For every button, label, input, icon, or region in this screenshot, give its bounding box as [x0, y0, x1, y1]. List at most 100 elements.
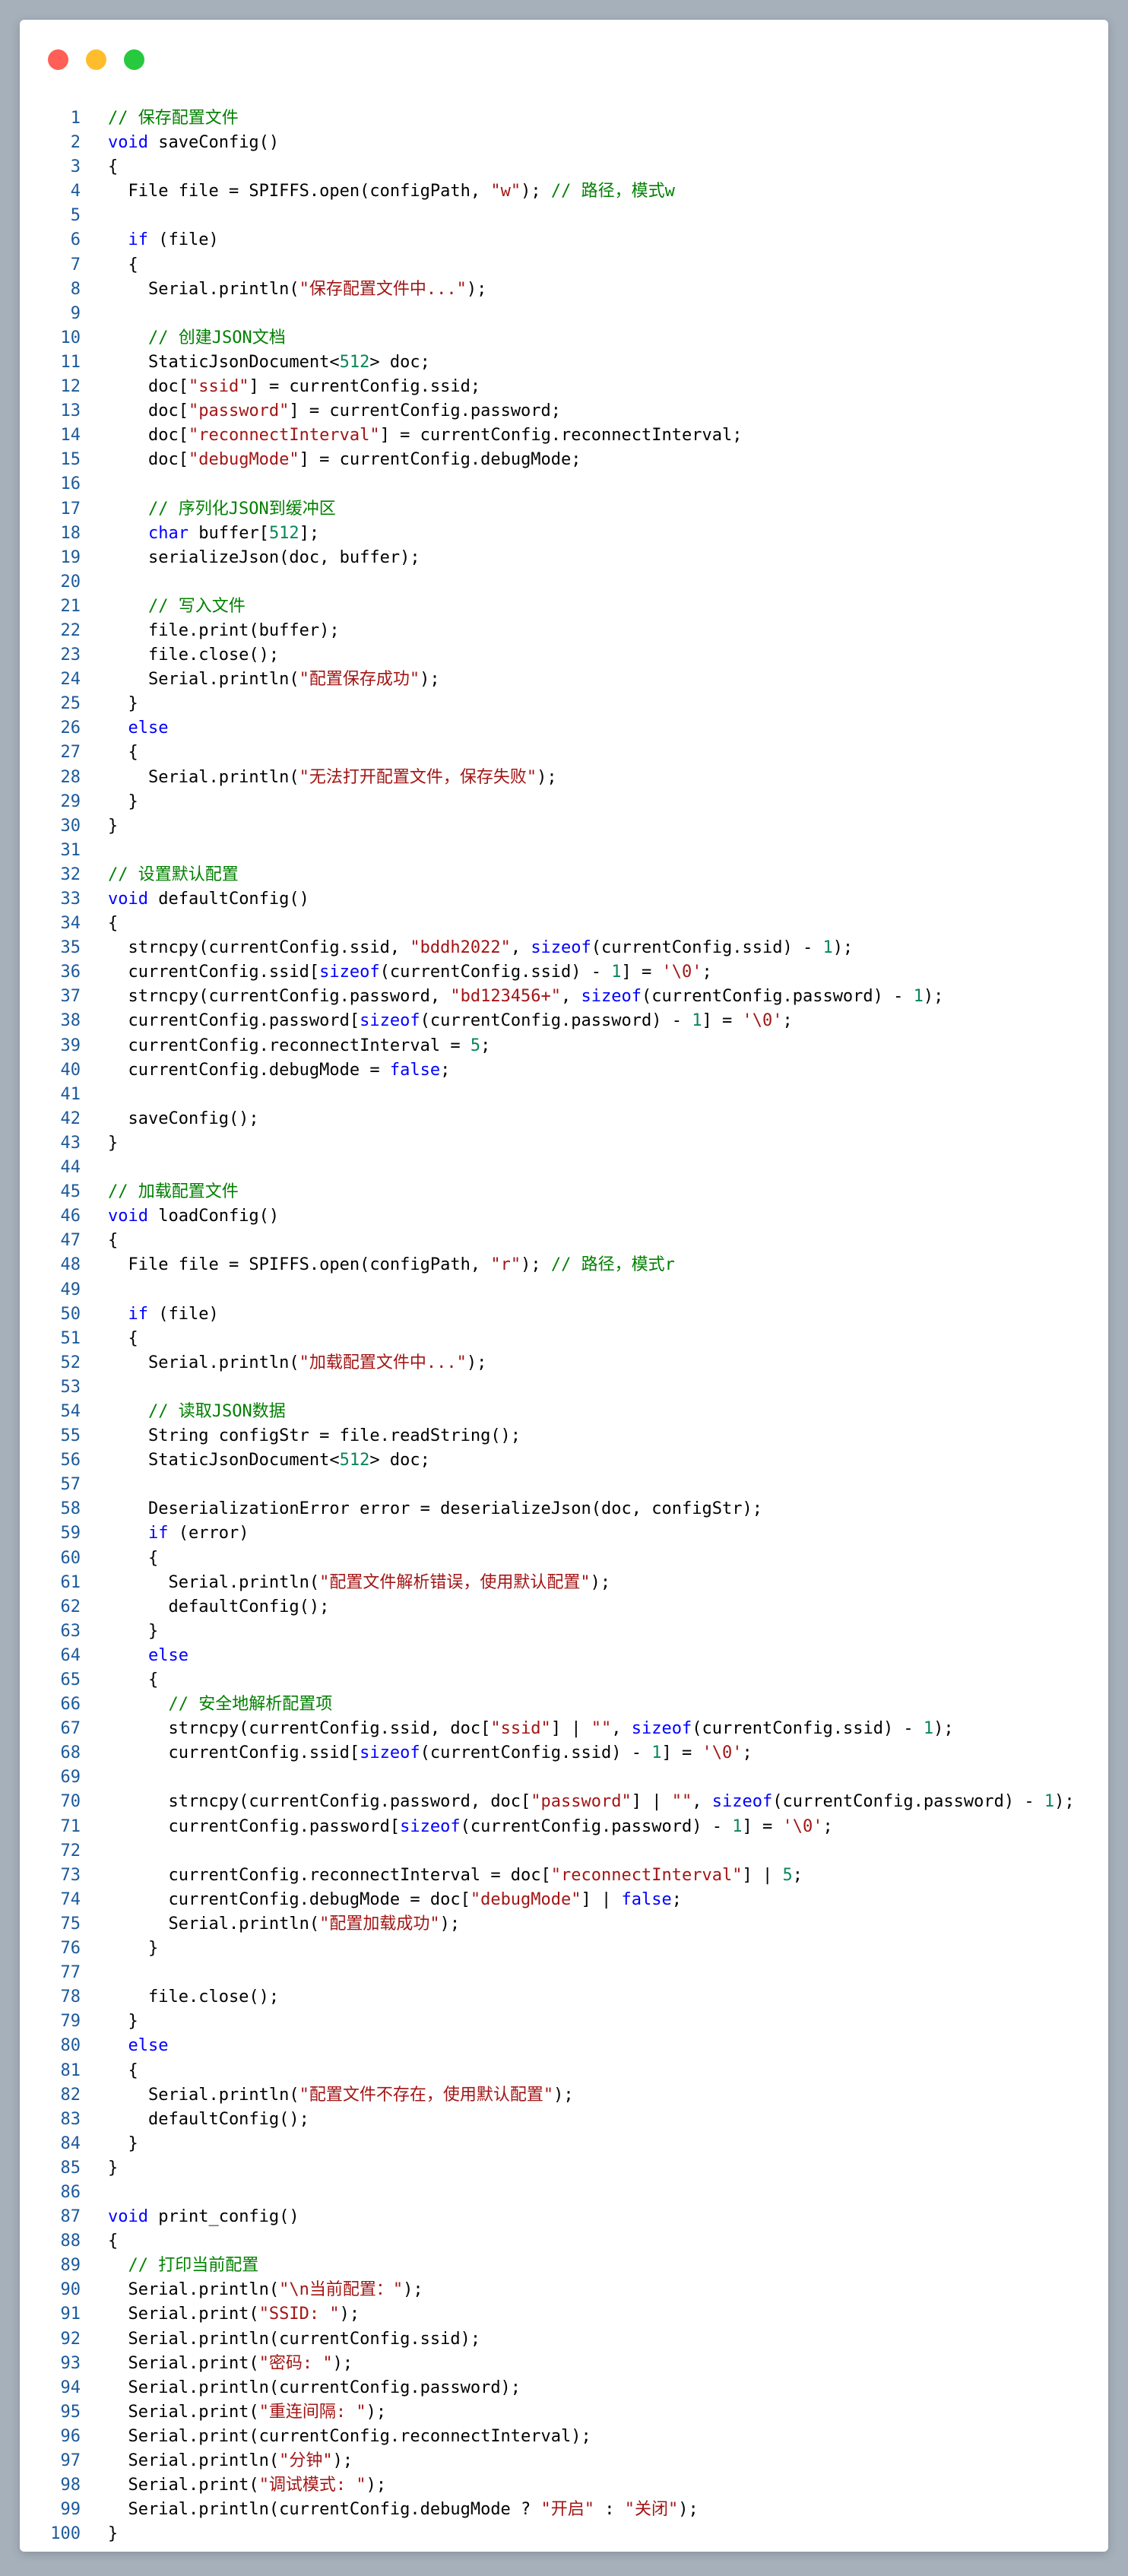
line-text: char buffer[512];	[81, 522, 319, 546]
code-token: ;	[822, 1816, 833, 1836]
line-number: 90	[60, 2280, 81, 2300]
code-token: (file)	[148, 1304, 219, 1324]
code-token: // 打印当前配置	[128, 2256, 259, 2276]
code-line: 17 // 序列化JSON到缓冲区	[20, 497, 1108, 522]
line-text: saveConfig();	[81, 1107, 258, 1131]
code-token: "关闭"	[624, 2500, 679, 2520]
code-token: // 读取JSON数据	[147, 1401, 286, 1421]
line-number: 65	[60, 1670, 81, 1689]
code-token: File file = SPIFFS.open(configPath,	[108, 1255, 491, 1275]
code-token: '\0'	[782, 1816, 823, 1836]
line-text	[81, 1765, 108, 1790]
code-token: // 保存配置文件	[108, 109, 239, 128]
code-token: Serial.print(	[108, 2476, 259, 2495]
code-token: (currentConfig.ssid) -	[692, 1719, 924, 1739]
line-number: 100	[50, 2524, 81, 2544]
zoom-window-button[interactable]	[124, 49, 144, 70]
line-text: // 设置默认配置	[81, 863, 239, 887]
code-line: 4 File file = SPIFFS.open(configPath, "w…	[20, 179, 1108, 204]
code-token: ] =	[742, 1816, 783, 1836]
code-token: );	[339, 2305, 360, 2324]
line-text: if (error)	[81, 1521, 249, 1546]
code-line: 9	[20, 302, 1108, 326]
line-text: }	[81, 692, 138, 716]
code-token: // 安全地解析配置项	[168, 1695, 333, 1715]
line-number: 56	[60, 1451, 81, 1470]
code-token: }	[108, 2133, 138, 2153]
code-token: sizeof	[531, 938, 591, 958]
code-line: 39 currentConfig.reconnectInterval = 5;	[20, 1034, 1108, 1058]
line-number: 43	[60, 1133, 81, 1153]
line-number: 79	[60, 2012, 81, 2032]
line-text: }	[81, 814, 118, 839]
code-line: 68 currentConfig.ssid[sizeof(currentConf…	[20, 1741, 1108, 1765]
line-text: DeserializationError error = deserialize…	[81, 1497, 762, 1521]
code-line: 30}	[20, 814, 1108, 839]
line-text: }	[81, 1131, 118, 1156]
code-line: 48 File file = SPIFFS.open(configPath, "…	[20, 1253, 1108, 1277]
line-text: {	[81, 155, 118, 179]
line-number: 13	[60, 401, 81, 421]
code-line: 1 // 保存配置文件	[20, 106, 1108, 131]
minimize-window-button[interactable]	[86, 49, 106, 70]
code-token: 512	[339, 352, 370, 372]
code-line: 37 strncpy(currentConfig.password, "bd12…	[20, 985, 1108, 1009]
line-text: Serial.println("配置保存成功");	[81, 668, 440, 692]
code-token: serializeJson(doc, buffer);	[108, 547, 420, 567]
line-text	[81, 839, 108, 863]
line-number: 80	[60, 2036, 81, 2056]
code-line: 5	[20, 204, 1108, 228]
line-text: void print_config()	[81, 2205, 299, 2229]
code-token: ] = currentConfig.ssid;	[249, 377, 481, 397]
line-number: 23	[60, 646, 81, 665]
code-token: 1	[822, 938, 833, 958]
line-number: 63	[60, 1621, 81, 1641]
code-token: "w"	[490, 182, 521, 201]
line-number: 99	[60, 2500, 81, 2520]
line-number: 10	[60, 328, 81, 347]
code-line: 60 {	[20, 1547, 1108, 1571]
code-token: }	[108, 1133, 119, 1153]
code-line: 99 Serial.println(currentConfig.debugMod…	[20, 2498, 1108, 2522]
code-token: ];	[299, 523, 320, 543]
line-text: }	[81, 1620, 158, 1644]
code-token: ] =	[702, 1011, 743, 1031]
close-window-button[interactable]	[48, 49, 68, 70]
code-line: 77	[20, 1961, 1108, 1985]
line-number: 15	[60, 450, 81, 470]
code-line: 26 else	[20, 716, 1108, 741]
code-token: );	[332, 2451, 353, 2470]
code-token: currentConfig.ssid[	[108, 963, 320, 982]
code-token: );	[332, 2353, 353, 2373]
code-token: "配置文件解析错误，使用默认配置"	[319, 1572, 591, 1592]
code-token: "ssid"	[188, 377, 249, 397]
line-number: 58	[60, 1499, 81, 1519]
code-token: > doc;	[369, 1451, 430, 1470]
code-token: "配置保存成功"	[299, 670, 420, 690]
line-text: strncpy(currentConfig.password, doc["pas…	[81, 1790, 1074, 1814]
code-line: 59 if (error)	[20, 1521, 1108, 1546]
code-token: ;	[440, 1060, 451, 1080]
code-token: }	[108, 2012, 138, 2032]
code-token: Serial.print(currentConfig.reconnectInte…	[108, 2426, 591, 2446]
line-number: 73	[60, 1865, 81, 1885]
code-token: ,	[510, 938, 531, 958]
code-line: 62 defaultConfig();	[20, 1595, 1108, 1620]
code-line: 11 StaticJsonDocument<512> doc;	[20, 351, 1108, 375]
code-token: );	[832, 938, 854, 958]
line-text: strncpy(currentConfig.password, "bd12345…	[81, 985, 943, 1009]
code-line: 97 Serial.println("分钟");	[20, 2449, 1108, 2473]
code-token: {	[108, 1328, 138, 1348]
code-line: 34 {	[20, 912, 1108, 936]
code-token: 5	[470, 1036, 481, 1055]
line-number: 19	[60, 547, 81, 567]
